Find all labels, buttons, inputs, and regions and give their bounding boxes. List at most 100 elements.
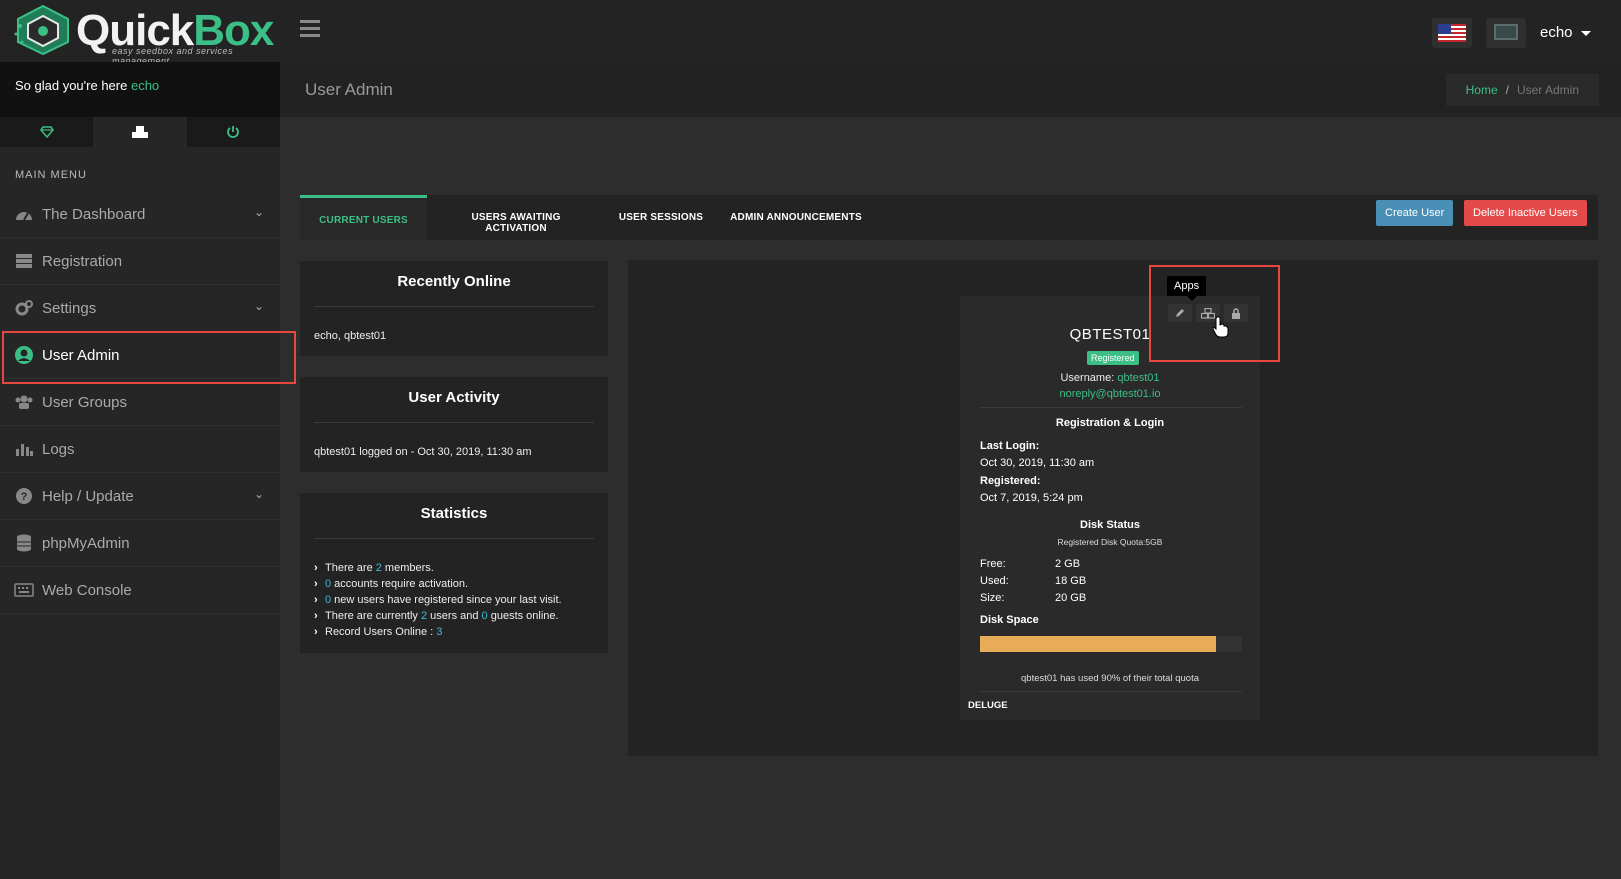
size-value: 20 GB xyxy=(1055,592,1087,604)
user-activity-panel: User Activity qbtest01 logged on - Oct 3… xyxy=(300,377,608,472)
chevron-right-icon: › xyxy=(314,610,318,622)
registration-icon xyxy=(14,252,34,270)
sidebar-item-label: Registration xyxy=(42,252,123,270)
app-deluge: DELUGE xyxy=(968,700,1008,711)
chevron-down-icon: ⌄ xyxy=(253,299,264,313)
last-login-label: Last Login: xyxy=(980,440,1040,452)
chevron-right-icon: › xyxy=(314,594,318,606)
disk-space-bar xyxy=(980,636,1242,652)
logs-icon xyxy=(14,440,34,458)
used-label: Used: xyxy=(980,575,1009,587)
usage-note: qbtest01 has used 90% of their total quo… xyxy=(1021,673,1199,684)
sidebar-item-label: User Admin xyxy=(42,346,120,364)
registered-label: Registered: xyxy=(980,475,1041,487)
caret-down-icon xyxy=(1580,30,1591,36)
sidebar-item-label: Settings xyxy=(42,299,97,317)
apps-tooltip: Apps xyxy=(1167,276,1207,301)
chevron-right-icon: › xyxy=(314,626,318,638)
user-admin-icon xyxy=(14,346,34,364)
breadcrumb-current: User Admin xyxy=(1516,83,1579,97)
stat-members: › There are 2 members. xyxy=(314,562,434,574)
chevron-right-icon: › xyxy=(314,562,318,574)
database-icon xyxy=(14,534,34,552)
sidebar-item-label: User Groups xyxy=(42,393,128,411)
disk-quota-note: Registered Disk Quota:5GB xyxy=(1057,537,1163,547)
user-dropdown[interactable]: echo xyxy=(1540,24,1591,41)
sidebar-item-label: Web Console xyxy=(42,581,132,599)
registration-login-title: Registration & Login xyxy=(1055,417,1165,429)
keyboard-icon xyxy=(14,581,34,599)
page-header: User Admin Home / User Admin xyxy=(280,62,1621,117)
sidebar-tabs xyxy=(0,117,280,147)
create-user-button[interactable]: Create User xyxy=(1376,200,1454,226)
stat-online: › There are currently 2 users and 0 guest… xyxy=(314,610,559,622)
size-label: Size: xyxy=(980,592,1005,604)
sidebar-item-phpmyadmin[interactable]: phpMyAdmin xyxy=(0,520,280,567)
sidebar-item-user-groups[interactable]: User Groups xyxy=(0,379,280,426)
panel-title: Statistics xyxy=(420,505,488,522)
registered-value: Oct 7, 2019, 5:24 pm xyxy=(980,492,1083,504)
sidebar-item-label: phpMyAdmin xyxy=(42,534,130,552)
recently-online-list: echo, qbtest01 xyxy=(314,330,387,342)
sidebar-item-registration[interactable]: Registration xyxy=(0,238,280,285)
disk-space-label: Disk Space xyxy=(980,614,1039,626)
hand-cursor-icon xyxy=(1213,316,1229,338)
top-bar: QuickBox easy seedbox and services manag… xyxy=(0,0,1621,66)
card-actions xyxy=(1168,304,1248,322)
us-flag-icon[interactable] xyxy=(1432,18,1472,48)
user-card: Apps QBTEST01 Registered Username: qbtes… xyxy=(960,276,1260,720)
tab-user-sessions[interactable]: USER SESSIONS xyxy=(616,195,706,240)
help-icon: ? xyxy=(14,487,34,505)
recently-online-panel: Recently Online echo, qbtest01 xyxy=(300,261,608,356)
quickbox-logo[interactable]: QuickBox easy seedbox and services manag… xyxy=(14,4,276,66)
stat-activation: › 0 accounts require activation. xyxy=(314,578,469,590)
username-link[interactable]: qbtest01 xyxy=(1117,372,1159,384)
sidebar-item-settings[interactable]: Settings ⌄ xyxy=(0,285,280,332)
sidebar-item-label: The Dashboard xyxy=(42,205,146,223)
chevron-right-icon: › xyxy=(314,578,318,590)
stat-record: › Record Users Online : 3 xyxy=(314,626,443,638)
username-line: Username: qbtest01 xyxy=(1060,372,1160,384)
users-area: Apps QBTEST01 Registered Username: qbtes… xyxy=(628,260,1598,756)
last-login-value: Oct 30, 2019, 11:30 am xyxy=(980,457,1095,469)
user-admin-tabs: CURRENT USERS USERS AWAITING ACTIVATION … xyxy=(300,195,1598,240)
sidebar-item-help-update[interactable]: ? Help / Update ⌄ xyxy=(0,473,280,520)
sidebar: So glad you're here echo MAIN MENU The D… xyxy=(0,62,280,879)
breadcrumb-home[interactable]: Home xyxy=(1466,83,1498,97)
statistics-list: › There are 2 members. › 0 accounts requir… xyxy=(300,539,608,638)
stat-new-users: › 0 new users have registered since your … xyxy=(314,594,562,606)
panel-title: Recently Online xyxy=(397,273,511,290)
settings-icon xyxy=(14,299,34,317)
free-value: 2 GB xyxy=(1055,558,1081,570)
sidebar-item-dashboard[interactable]: The Dashboard ⌄ xyxy=(0,191,280,238)
welcome-message: So glad you're here echo xyxy=(0,62,280,117)
used-value: 18 GB xyxy=(1055,575,1087,587)
sidebar-item-logs[interactable]: Logs xyxy=(0,426,280,473)
sidebar-item-user-admin[interactable]: User Admin xyxy=(0,332,280,379)
tab-users-awaiting-activation[interactable]: USERS AWAITING ACTIVATION xyxy=(441,195,591,240)
breadcrumb: Home / User Admin xyxy=(1445,74,1599,106)
tab-admin-announcements[interactable]: ADMIN ANNOUNCEMENTS xyxy=(728,195,864,240)
edit-icon[interactable] xyxy=(1168,304,1192,322)
apps-icon[interactable] xyxy=(93,117,187,147)
disk-status-title: Disk Status xyxy=(1080,519,1140,531)
status-badge: Registered xyxy=(1087,351,1139,365)
email-link[interactable]: noreply@qbtest01.io xyxy=(960,388,1260,400)
monitor-icon[interactable] xyxy=(1486,18,1526,48)
chevron-down-icon: ⌄ xyxy=(253,487,264,501)
user-groups-icon xyxy=(14,393,34,411)
disk-space-fill xyxy=(980,636,1216,652)
page-title: User Admin xyxy=(305,80,393,99)
statistics-panel: Statistics › There are 2 members. › 0 acco… xyxy=(300,493,608,653)
sidebar-item-web-console[interactable]: Web Console xyxy=(0,567,280,614)
main-menu-label: MAIN MENU xyxy=(15,169,87,181)
diamond-icon[interactable] xyxy=(0,117,94,147)
delete-inactive-users-button[interactable]: Delete Inactive Users xyxy=(1464,200,1587,226)
free-label: Free: xyxy=(980,558,1006,570)
sidebar-item-label: Help / Update xyxy=(42,487,134,505)
svg-text:?: ? xyxy=(21,491,28,503)
tab-current-users[interactable]: CURRENT USERS xyxy=(300,195,427,240)
menu-toggle-icon[interactable] xyxy=(300,20,320,38)
dashboard-icon xyxy=(14,205,34,223)
power-icon[interactable] xyxy=(186,117,280,147)
